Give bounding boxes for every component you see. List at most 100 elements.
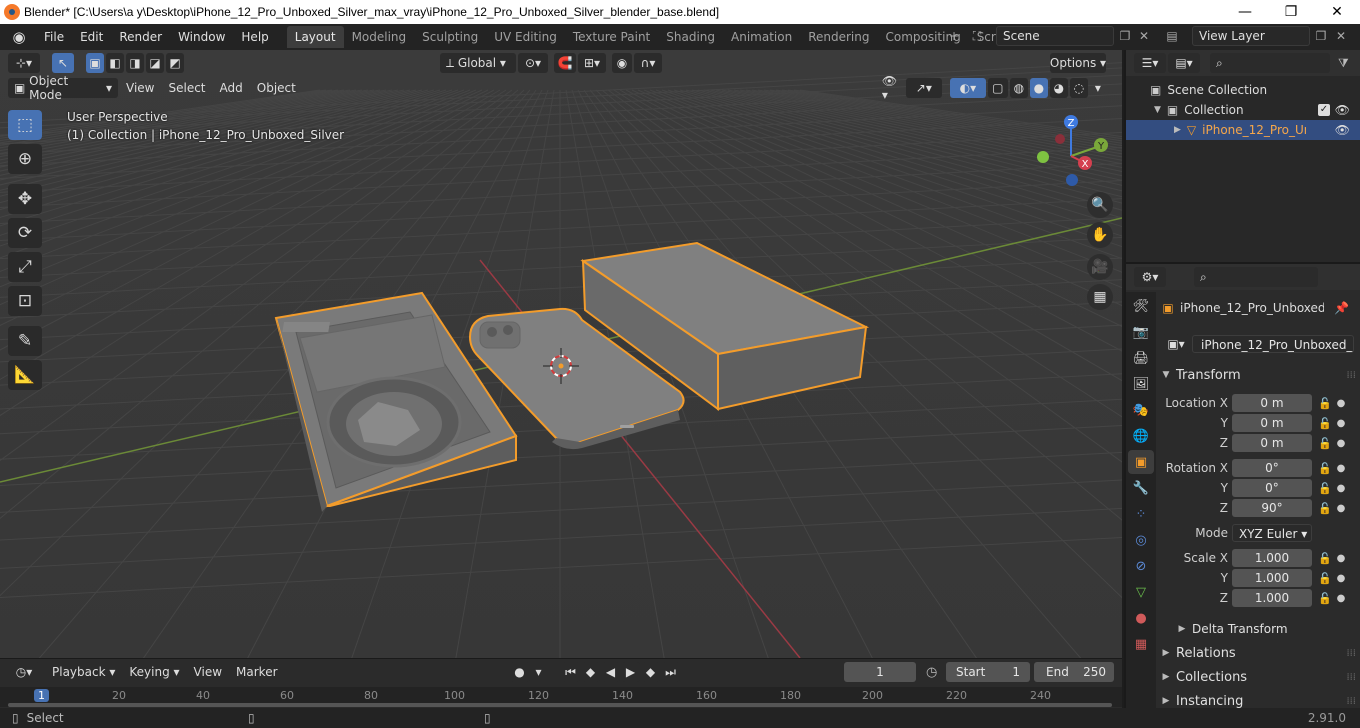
pivot-point-icon[interactable]: ⊙▾ <box>518 53 548 73</box>
menu-object[interactable]: Object <box>251 78 302 98</box>
world-tab-icon[interactable]: 🌐 <box>1128 424 1154 448</box>
location-y-field[interactable]: 0 m <box>1232 414 1312 432</box>
display-mode-icon[interactable]: ▤▾ <box>1168 53 1200 73</box>
tab-texture-paint[interactable]: Texture Paint <box>565 26 658 48</box>
rendered-shading-icon[interactable]: ◌ <box>1069 78 1088 98</box>
select-box-tool-icon[interactable]: ↖ <box>52 53 74 73</box>
gizmo-toggle-icon[interactable]: ↗▾ <box>905 78 942 98</box>
lock-icon[interactable]: 🔓 <box>1318 437 1334 450</box>
select-new-icon[interactable]: ▣ <box>86 53 104 73</box>
current-frame-field[interactable]: 1 <box>844 662 916 682</box>
lock-icon[interactable]: 🔓 <box>1318 552 1334 565</box>
material-tab-icon[interactable]: ● <box>1128 606 1154 630</box>
new-scene-icon[interactable]: ❐ <box>1116 27 1134 45</box>
move-tool-icon[interactable]: ✥ <box>8 184 42 214</box>
menu-view[interactable]: View <box>120 78 160 98</box>
tab-sculpting[interactable]: Sculpting <box>414 26 486 48</box>
maximize-button[interactable]: ❐ <box>1268 0 1314 24</box>
material-shading-icon[interactable]: ◕ <box>1049 78 1068 98</box>
mesh-data-icon[interactable]: ▣▾ <box>1162 334 1190 354</box>
lock-icon[interactable]: 🔓 <box>1318 397 1334 410</box>
keying-set-icon[interactable]: ▾ <box>532 662 546 682</box>
view-layer-tab-icon[interactable]: 🖼 <box>1128 372 1154 396</box>
transform-tool-icon[interactable]: ⊡ <box>8 286 42 316</box>
timeline-editor-type-icon[interactable]: ◷▾ <box>8 662 40 682</box>
menu-timeline-view[interactable]: View <box>188 662 228 682</box>
drag-handle-icon[interactable]: ⁞⁞⁞ <box>1346 648 1356 659</box>
frame-ruler[interactable]: 1 20 40 60 80 100 120 140 160 180 200 22… <box>0 687 1122 707</box>
editor-type-icon[interactable]: ⊹▾ <box>8 53 40 73</box>
lock-icon[interactable]: 🔓 <box>1318 502 1334 515</box>
filter-icon[interactable]: ⧩ <box>1338 56 1349 71</box>
drag-handle-icon[interactable]: ⁞⁞⁞ <box>1346 696 1356 707</box>
annotate-tool-icon[interactable]: ✎ <box>8 326 42 356</box>
menu-add[interactable]: Add <box>214 78 249 98</box>
tab-rendering[interactable]: Rendering <box>800 26 877 48</box>
select-subtract-icon[interactable]: ◨ <box>126 53 144 73</box>
rotation-z-field[interactable]: 90° <box>1232 499 1312 517</box>
outliner-scene-collection[interactable]: ▣ Scene Collection <box>1126 80 1360 100</box>
menu-keying[interactable]: Keying ▾ <box>123 662 185 682</box>
wireframe-shading-icon[interactable]: ◍ <box>1009 78 1028 98</box>
constraints-tab-icon[interactable]: ⊘ <box>1128 554 1154 578</box>
collection-checkbox[interactable]: ✓ <box>1318 104 1330 116</box>
select-intersect-icon[interactable]: ◩ <box>166 53 184 73</box>
mesh-name-field[interactable]: iPhone_12_Pro_Unboxed_Sil... <box>1192 335 1354 353</box>
play-reverse-icon[interactable]: ◀ <box>601 662 620 682</box>
measure-tool-icon[interactable]: 📐 <box>8 360 42 390</box>
view-layer-icon[interactable]: ▤ <box>1163 27 1181 45</box>
cursor-tool-icon[interactable]: ⊕ <box>8 144 42 174</box>
keyframe-dot-icon[interactable]: ● <box>1334 398 1348 409</box>
tab-uv-editing[interactable]: UV Editing <box>486 26 565 48</box>
add-workspace-icon[interactable]: + <box>945 27 963 45</box>
menu-marker[interactable]: Marker <box>230 662 283 682</box>
menu-edit[interactable]: Edit <box>72 26 111 48</box>
menu-playback[interactable]: Playback ▾ <box>46 662 121 682</box>
prev-keyframe-icon[interactable]: ◆ <box>581 662 600 682</box>
rotation-mode-dropdown[interactable]: XYZ Euler ▾ <box>1232 524 1312 542</box>
scene-tab-icon[interactable]: 🎭 <box>1128 398 1154 422</box>
options-dropdown[interactable]: Options ▾ <box>1050 53 1106 73</box>
delta-transform-header[interactable]: ▶ Delta Transform <box>1156 618 1360 640</box>
tab-shading[interactable]: Shading <box>658 26 723 48</box>
jump-end-icon[interactable]: ⏭ <box>661 662 680 682</box>
end-frame-field[interactable]: End 250 <box>1034 662 1114 682</box>
texture-tab-icon[interactable]: ▦ <box>1128 632 1154 656</box>
physics-tab-icon[interactable]: ◎ <box>1128 528 1154 552</box>
tab-modeling[interactable]: Modeling <box>344 26 415 48</box>
location-x-field[interactable]: 0 m <box>1232 394 1312 412</box>
output-tab-icon[interactable]: 🖨 <box>1128 346 1154 370</box>
menu-render[interactable]: Render <box>111 26 170 48</box>
orthographic-grid-icon[interactable]: ▦ <box>1087 284 1113 310</box>
rotation-x-field[interactable]: 0° <box>1232 459 1312 477</box>
eye-icon[interactable]: 👁 <box>1335 123 1350 137</box>
select-box-icon[interactable]: ⬚ <box>8 110 42 140</box>
lock-icon[interactable]: 🔓 <box>1318 417 1334 430</box>
menu-window[interactable]: Window <box>170 26 233 48</box>
camera-view-icon[interactable]: 🎥 <box>1087 254 1113 280</box>
object-name-field[interactable]: iPhone_12_Pro_Unboxed... <box>1180 301 1324 315</box>
proportional-edit-icon[interactable]: ◉ <box>612 53 632 73</box>
outliner-search-input[interactable]: ⌕ <box>1210 53 1330 73</box>
lock-icon[interactable]: 🔓 <box>1318 592 1334 605</box>
menu-file[interactable]: File <box>36 26 72 48</box>
particles-tab-icon[interactable]: ⁘ <box>1128 502 1154 526</box>
keyframe-dot-icon[interactable]: ● <box>1334 593 1348 604</box>
minimize-button[interactable]: — <box>1222 0 1268 24</box>
tab-animation[interactable]: Animation <box>723 26 800 48</box>
select-extend-icon[interactable]: ◧ <box>106 53 124 73</box>
menu-help[interactable]: Help <box>233 26 276 48</box>
tab-layout[interactable]: Layout <box>286 26 344 48</box>
keyframe-dot-icon[interactable]: ● <box>1334 463 1348 474</box>
outliner-editor-type-icon[interactable]: ☰▾ <box>1134 53 1166 73</box>
expand-arrow-icon[interactable]: ▼ <box>1154 105 1161 115</box>
snap-toggle-icon[interactable]: 🧲 <box>554 53 576 73</box>
preview-range-icon[interactable]: ◷ <box>926 665 937 680</box>
3d-viewport[interactable]: Z Y X ⊹▾ ↖ ▣ ◧ ◨ ◪ ◩ ⟂ Global ▾ ⊙▾ 🧲 ⊞▾ … <box>0 50 1122 658</box>
view-layer-selector[interactable]: View Layer <box>1192 26 1310 46</box>
scale-z-field[interactable]: 1.000 <box>1232 589 1312 607</box>
keyframe-dot-icon[interactable]: ● <box>1334 553 1348 564</box>
xray-toggle-icon[interactable]: ▢ <box>987 78 1008 98</box>
keyframe-dot-icon[interactable]: ● <box>1334 418 1348 429</box>
drag-handle-icon[interactable]: ⁞⁞⁞ <box>1346 370 1356 381</box>
